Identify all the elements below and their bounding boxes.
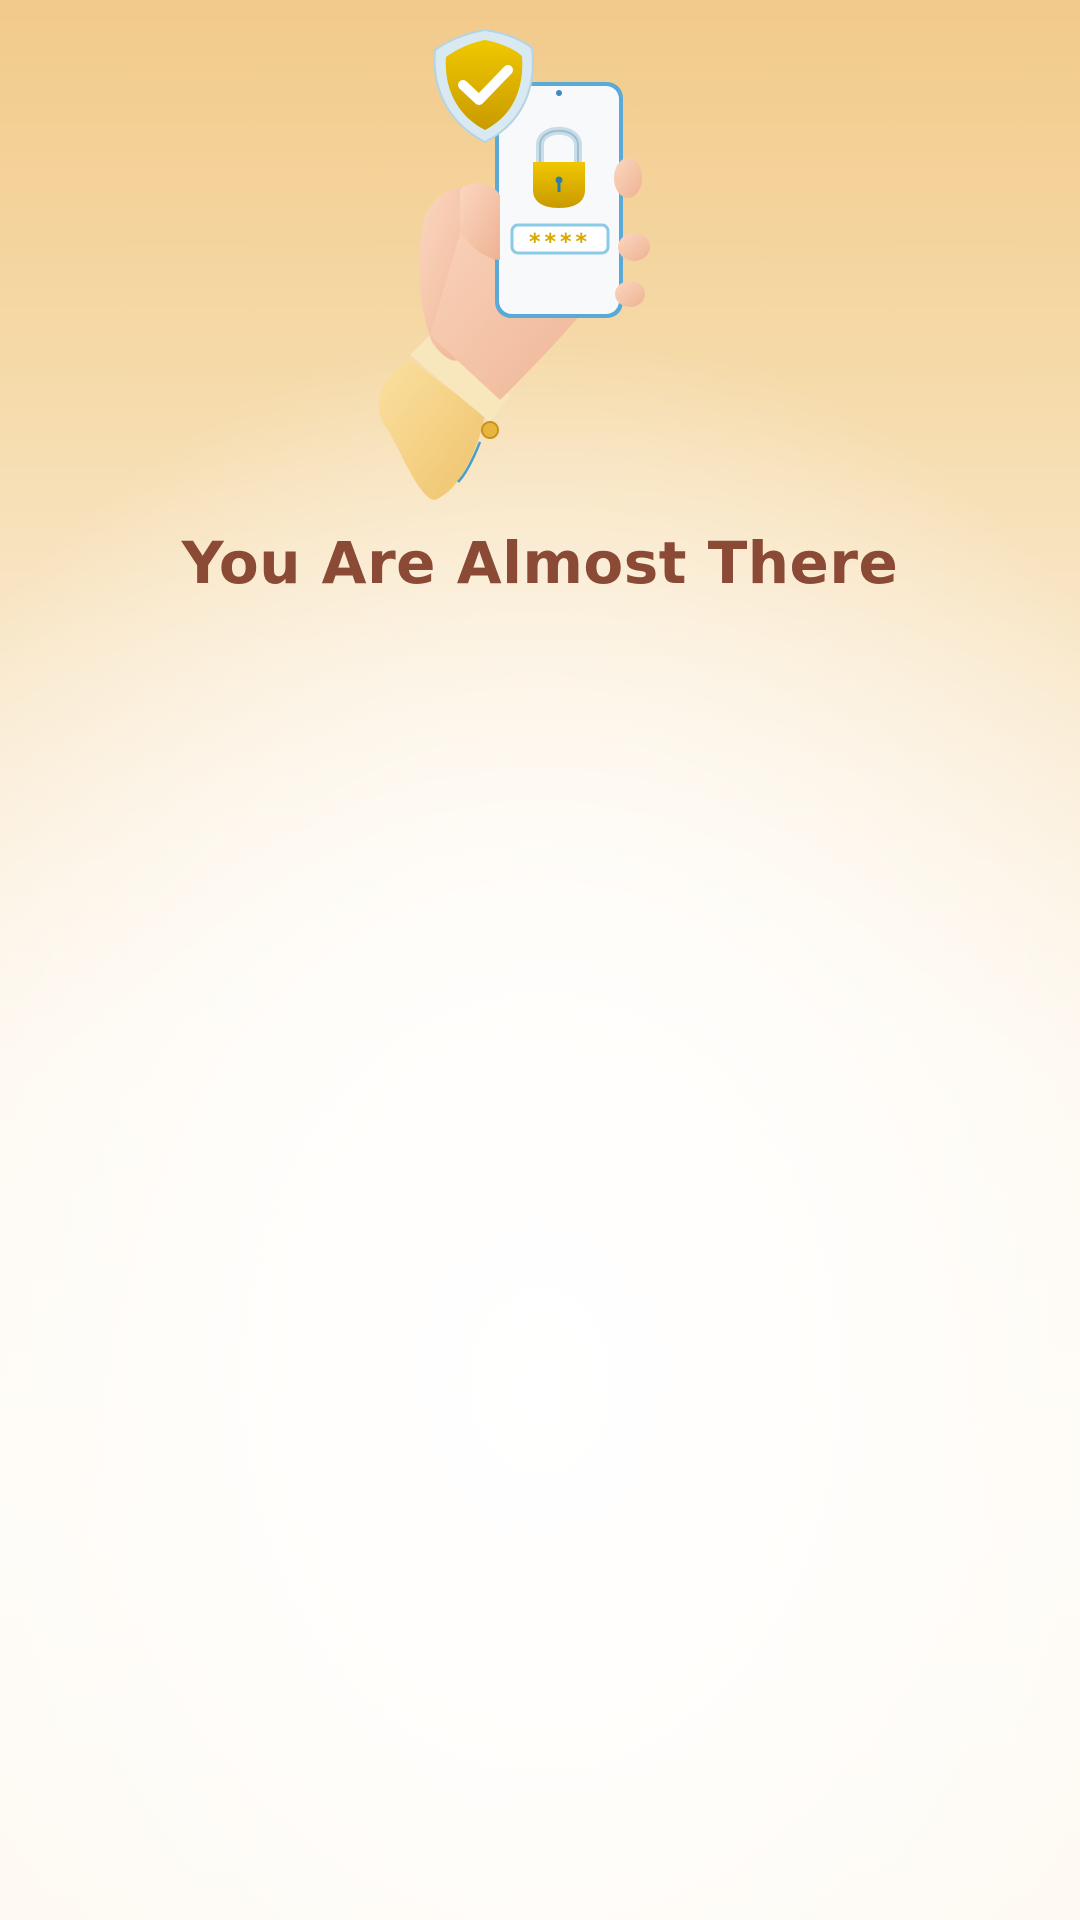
page-title: You Are Almost There [181,529,899,597]
verification-screen: **** You Are Almost There [0,0,1080,1920]
password-field: **** [510,223,610,255]
hand-holding-phone-icon: **** [379,30,650,500]
hero-illustration: **** [360,30,680,510]
password-mask: **** [529,230,591,255]
